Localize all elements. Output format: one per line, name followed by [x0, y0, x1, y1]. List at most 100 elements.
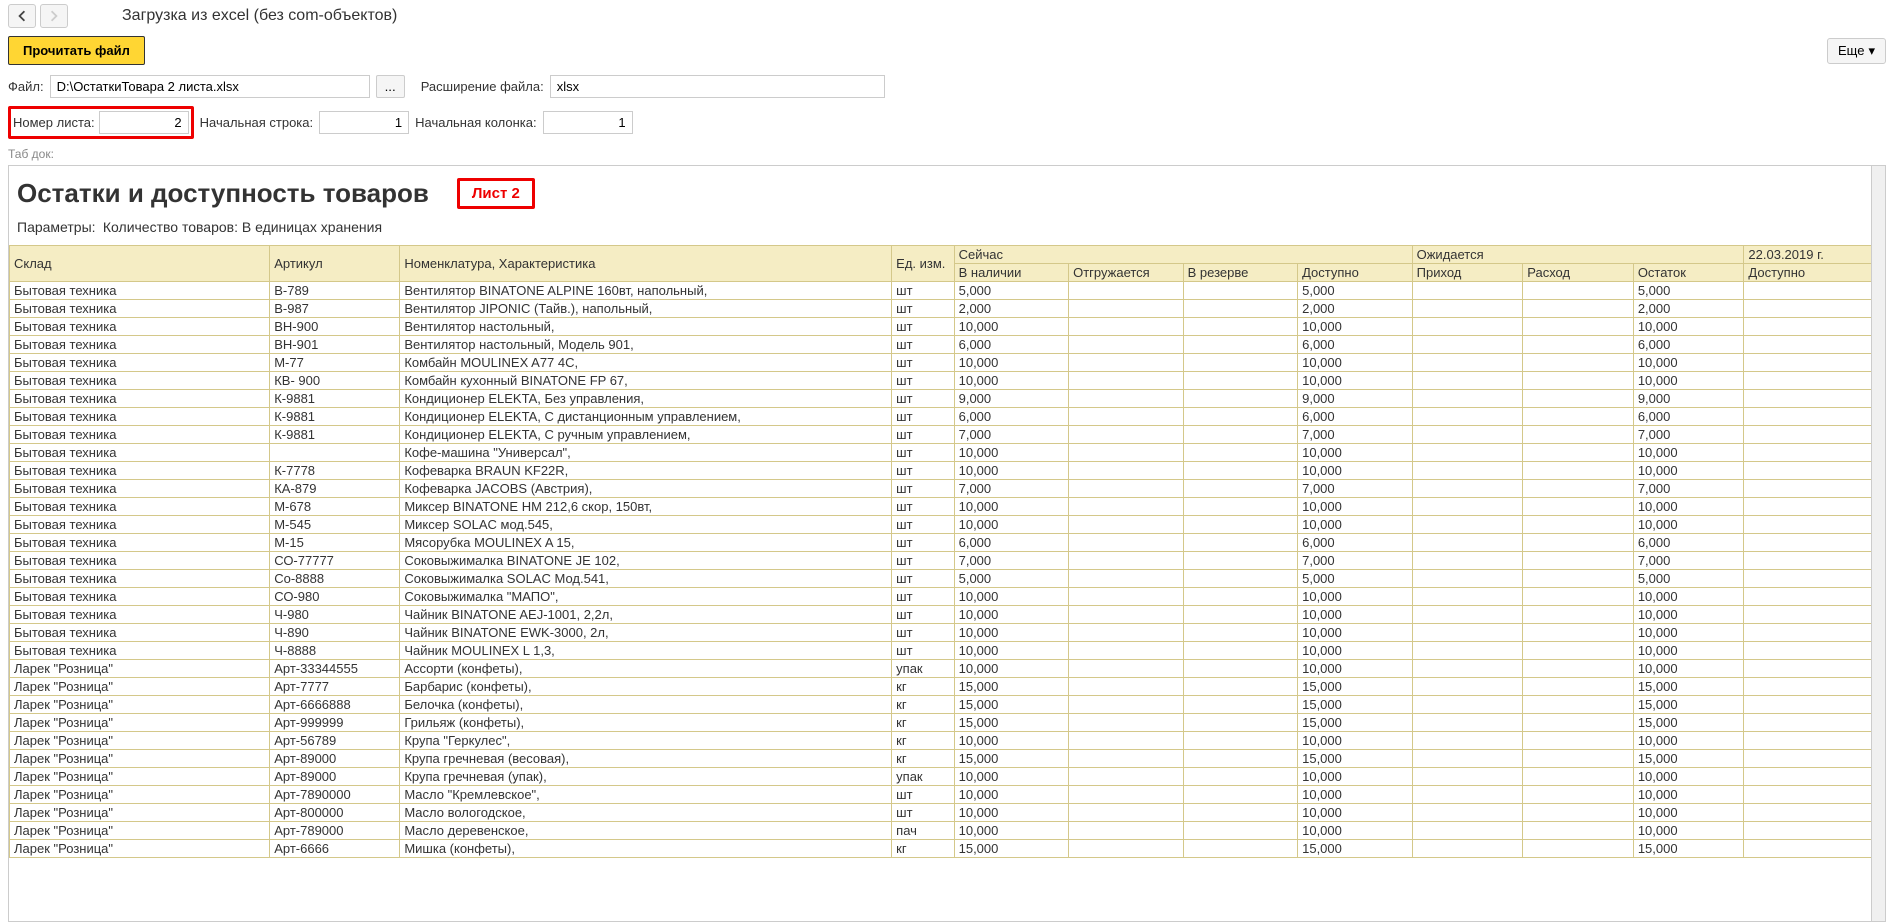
table-row[interactable]: Ларек "Розница"Арт-89000Крупа гречневая …	[10, 768, 1885, 786]
table-cell[interactable]	[1523, 606, 1634, 624]
table-cell[interactable]: Арт-89000	[270, 768, 400, 786]
table-cell[interactable]	[1523, 786, 1634, 804]
table-cell[interactable]	[1744, 750, 1885, 768]
table-cell[interactable]	[1523, 678, 1634, 696]
table-row[interactable]: Бытовая техникаВ-987Вентилятор JIPONIC (…	[10, 300, 1885, 318]
table-row[interactable]: Ларек "Розница"Арт-999999Грильяж (конфет…	[10, 714, 1885, 732]
table-cell[interactable]: 6,000	[1298, 336, 1413, 354]
table-cell[interactable]: 10,000	[1633, 516, 1744, 534]
table-cell[interactable]: Кондиционер ELEKTA, С ручным управлением…	[400, 426, 892, 444]
back-button[interactable]	[8, 4, 36, 28]
table-cell[interactable]	[1744, 480, 1885, 498]
table-cell[interactable]: Ларек "Розница"	[10, 750, 270, 768]
table-cell[interactable]: шт	[892, 372, 954, 390]
table-cell[interactable]: 10,000	[954, 822, 1069, 840]
table-cell[interactable]	[1183, 786, 1298, 804]
table-cell[interactable]: 10,000	[954, 318, 1069, 336]
table-row[interactable]: Бытовая техникаКА-879Кофеварка JACOBS (А…	[10, 480, 1885, 498]
table-cell[interactable]	[1412, 714, 1523, 732]
table-cell[interactable]: Ларек "Розница"	[10, 822, 270, 840]
table-cell[interactable]: шт	[892, 606, 954, 624]
table-cell[interactable]	[1744, 786, 1885, 804]
table-cell[interactable]: К-9881	[270, 408, 400, 426]
table-cell[interactable]: 10,000	[1298, 624, 1413, 642]
table-cell[interactable]: Ларек "Розница"	[10, 714, 270, 732]
table-cell[interactable]: 10,000	[954, 660, 1069, 678]
table-cell[interactable]	[1744, 282, 1885, 300]
table-cell[interactable]	[1412, 624, 1523, 642]
table-cell[interactable]: 10,000	[954, 642, 1069, 660]
table-cell[interactable]	[1183, 678, 1298, 696]
table-cell[interactable]: Арт-800000	[270, 804, 400, 822]
table-cell[interactable]	[1744, 318, 1885, 336]
table-cell[interactable]: шт	[892, 516, 954, 534]
table-row[interactable]: Бытовая техникаКВ- 900Комбайн кухонный B…	[10, 372, 1885, 390]
table-cell[interactable]: 10,000	[1633, 786, 1744, 804]
col-group-now[interactable]: Сейчас	[954, 246, 1412, 264]
table-cell[interactable]: шт	[892, 408, 954, 426]
table-cell[interactable]	[1069, 804, 1184, 822]
data-table[interactable]: Склад Артикул Номенклатура, Характеристи…	[9, 245, 1885, 858]
table-cell[interactable]: 10,000	[954, 372, 1069, 390]
table-cell[interactable]: 7,000	[1298, 426, 1413, 444]
table-cell[interactable]	[1183, 552, 1298, 570]
table-cell[interactable]: Кофе-машина "Универсал",	[400, 444, 892, 462]
table-cell[interactable]: 9,000	[1633, 390, 1744, 408]
table-cell[interactable]	[1412, 642, 1523, 660]
ext-input[interactable]	[550, 75, 885, 98]
table-cell[interactable]: Вентилятор BINATONE ALPINE 160вт, наполь…	[400, 282, 892, 300]
table-cell[interactable]: М-678	[270, 498, 400, 516]
table-cell[interactable]	[1523, 498, 1634, 516]
table-cell[interactable]	[1523, 822, 1634, 840]
table-cell[interactable]: шт	[892, 354, 954, 372]
table-cell[interactable]	[1183, 534, 1298, 552]
table-cell[interactable]: кг	[892, 732, 954, 750]
table-cell[interactable]: СО-980	[270, 588, 400, 606]
table-cell[interactable]: 10,000	[954, 444, 1069, 462]
table-cell[interactable]	[1412, 840, 1523, 858]
table-row[interactable]: Бытовая техникаК-9881Кондиционер ELEKTA,…	[10, 408, 1885, 426]
table-cell[interactable]: Ларек "Розница"	[10, 840, 270, 858]
table-cell[interactable]	[1069, 318, 1184, 336]
table-cell[interactable]: 15,000	[1633, 696, 1744, 714]
table-cell[interactable]: 15,000	[1633, 750, 1744, 768]
table-cell[interactable]: Ч-8888	[270, 642, 400, 660]
table-cell[interactable]	[1183, 390, 1298, 408]
table-cell[interactable]: 15,000	[1633, 678, 1744, 696]
col-dostupno[interactable]: Доступно	[1298, 264, 1413, 282]
table-cell[interactable]	[1183, 300, 1298, 318]
table-row[interactable]: Бытовая техникаВ-789Вентилятор BINATONE …	[10, 282, 1885, 300]
table-cell[interactable]: Крупа гречневая (упак),	[400, 768, 892, 786]
table-cell[interactable]	[1523, 390, 1634, 408]
table-cell[interactable]: Миксер BINATONE HM 212,6 скор, 150вт,	[400, 498, 892, 516]
col-rezerv[interactable]: В резерве	[1183, 264, 1298, 282]
table-cell[interactable]: 10,000	[1633, 462, 1744, 480]
table-cell[interactable]: шт	[892, 552, 954, 570]
table-row[interactable]: Бытовая техникаСО-980Соковыжималка "МАПО…	[10, 588, 1885, 606]
table-cell[interactable]	[1744, 588, 1885, 606]
table-cell[interactable]: 10,000	[1298, 354, 1413, 372]
table-cell[interactable]	[1523, 552, 1634, 570]
table-cell[interactable]: 7,000	[954, 480, 1069, 498]
table-cell[interactable]: Арт-6666888	[270, 696, 400, 714]
table-cell[interactable]: 10,000	[954, 462, 1069, 480]
table-cell[interactable]: К-9881	[270, 390, 400, 408]
col-otgruz[interactable]: Отгружается	[1069, 264, 1184, 282]
table-cell[interactable]	[1069, 408, 1184, 426]
table-cell[interactable]	[1069, 624, 1184, 642]
table-cell[interactable]	[1412, 822, 1523, 840]
table-cell[interactable]: Бытовая техника	[10, 282, 270, 300]
table-cell[interactable]: 15,000	[1633, 714, 1744, 732]
table-cell[interactable]	[1412, 606, 1523, 624]
col-artikul[interactable]: Артикул	[270, 246, 400, 282]
table-cell[interactable]: 10,000	[1633, 768, 1744, 786]
sheet-input[interactable]	[99, 111, 189, 134]
table-cell[interactable]: Ларек "Розница"	[10, 732, 270, 750]
table-cell[interactable]: шт	[892, 480, 954, 498]
table-cell[interactable]	[1069, 516, 1184, 534]
col-rashod[interactable]: Расход	[1523, 264, 1634, 282]
table-cell[interactable]	[1069, 354, 1184, 372]
table-cell[interactable]: М-77	[270, 354, 400, 372]
table-cell[interactable]: 10,000	[954, 354, 1069, 372]
table-cell[interactable]: 15,000	[1298, 840, 1413, 858]
